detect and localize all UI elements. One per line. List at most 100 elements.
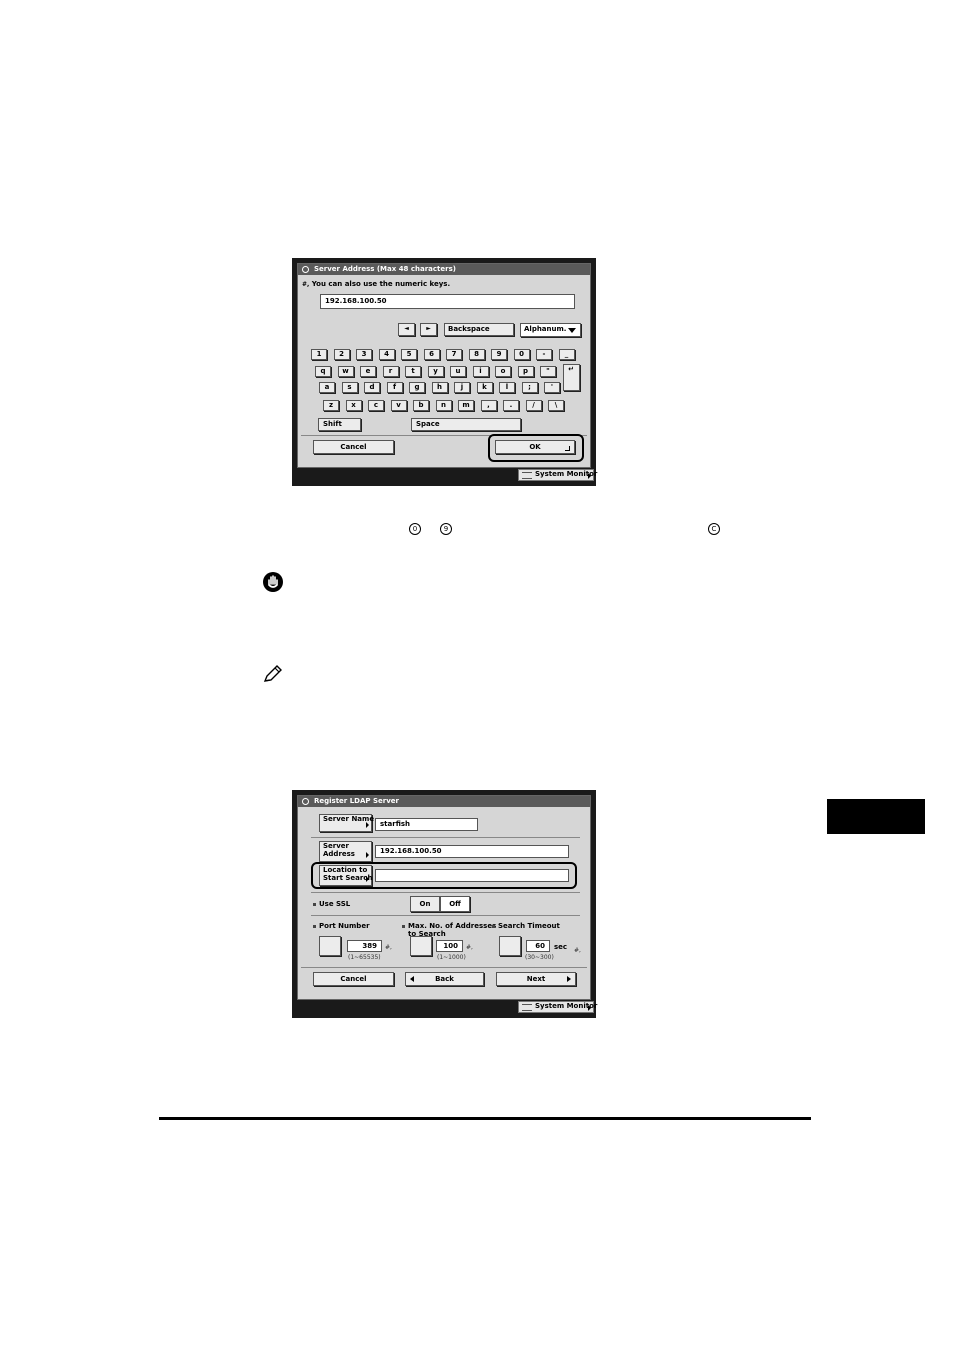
keyboard-key[interactable]: e bbox=[360, 366, 376, 377]
bullet-icon bbox=[492, 924, 495, 928]
port-number-button[interactable] bbox=[319, 936, 341, 956]
max-addresses-value: 100 bbox=[436, 940, 463, 952]
keyboard-key[interactable]: 2 bbox=[333, 349, 350, 360]
keyboard-key[interactable]: r bbox=[382, 366, 399, 377]
keyboard-key[interactable]: 5 bbox=[401, 349, 417, 360]
screen-title-bar: Register LDAP Server bbox=[298, 796, 590, 807]
system-monitor-icon bbox=[522, 1004, 532, 1011]
numeric-keys-icon: #, bbox=[466, 944, 473, 951]
search-timeout-range: (30~300) bbox=[525, 954, 554, 961]
port-number-value: 389 bbox=[347, 940, 382, 952]
keyboard-key[interactable]: f bbox=[386, 382, 403, 393]
keyboard-key[interactable]: u bbox=[450, 366, 466, 377]
keyboard-key[interactable]: l bbox=[499, 382, 515, 393]
system-monitor-button[interactable]: System Monitor bbox=[518, 1001, 597, 1013]
keyboard-key[interactable]: 1 bbox=[311, 349, 327, 360]
keyboard-key[interactable]: p bbox=[517, 366, 534, 377]
use-ssl-label: Use SSL bbox=[313, 900, 350, 908]
system-monitor-icon bbox=[522, 472, 532, 479]
keyboard-key[interactable]: 6 bbox=[423, 349, 440, 360]
keyboard-key[interactable]: " bbox=[540, 366, 556, 377]
keyboard-key[interactable]: k bbox=[476, 382, 493, 393]
keyboard-key[interactable]: . bbox=[503, 400, 519, 411]
keyboard-key[interactable]: 7 bbox=[446, 349, 462, 360]
keyboard-key[interactable]: j bbox=[454, 382, 470, 393]
keyboard-key[interactable]: g bbox=[409, 382, 425, 393]
server-name-button[interactable]: Server Name bbox=[319, 814, 374, 832]
next-button[interactable]: Next bbox=[496, 972, 576, 986]
server-address-value: 192.168.100.50 bbox=[375, 845, 569, 858]
keyboard-key[interactable]: ' bbox=[544, 382, 560, 393]
keyboard-key[interactable]: h bbox=[431, 382, 448, 393]
server-name-value: starfish bbox=[375, 818, 478, 831]
cancel-button[interactable]: Cancel bbox=[313, 972, 394, 986]
keyboard-key[interactable]: \ bbox=[548, 400, 564, 411]
search-timeout-value: 60 bbox=[526, 940, 550, 952]
row-divider bbox=[311, 837, 580, 838]
bullet-icon bbox=[402, 924, 405, 928]
keyboard-key[interactable]: b bbox=[413, 400, 429, 411]
keyboard-key[interactable]: 8 bbox=[468, 349, 485, 360]
chevron-right-icon bbox=[588, 1005, 591, 1011]
input-mode-value: Alphanum. bbox=[524, 325, 567, 333]
keyboard-key[interactable]: / bbox=[525, 400, 542, 411]
server-address-button[interactable]: Server Address bbox=[319, 841, 372, 862]
server-address-screen: Server Address (Max 48 characters) #, Yo… bbox=[292, 258, 597, 486]
ssl-off-button[interactable]: Off bbox=[440, 896, 470, 912]
keyboard-key[interactable]: i bbox=[472, 366, 489, 377]
keyboard-key[interactable]: - bbox=[536, 349, 552, 360]
keyboard-key[interactable]: 9 bbox=[491, 349, 507, 360]
keyboard-key[interactable]: 4 bbox=[378, 349, 395, 360]
next-label: Next bbox=[526, 975, 546, 983]
ssl-on-button[interactable]: On bbox=[410, 896, 440, 912]
keyboard-key[interactable]: o bbox=[495, 366, 511, 377]
keyboard-key[interactable]: y bbox=[427, 366, 444, 377]
keyboard-key[interactable]: n bbox=[435, 400, 452, 411]
bullet-icon bbox=[313, 924, 316, 928]
server-address-label-2: Address bbox=[323, 850, 355, 858]
space-label: Space bbox=[416, 420, 440, 428]
back-button[interactable]: Back bbox=[405, 972, 484, 986]
search-timeout-unit: sec bbox=[554, 943, 568, 951]
max-addresses-button[interactable] bbox=[410, 936, 432, 956]
keyboard-key[interactable]: m bbox=[458, 400, 474, 411]
cancel-button[interactable]: Cancel bbox=[313, 440, 394, 454]
space-button[interactable]: Space bbox=[411, 418, 521, 431]
chevron-right-icon bbox=[366, 852, 369, 858]
keyboard-key[interactable]: 0 bbox=[513, 349, 530, 360]
keyboard-key[interactable]: d bbox=[364, 382, 380, 393]
keyboard-key[interactable]: t bbox=[405, 366, 421, 377]
backspace-button[interactable]: Backspace bbox=[444, 323, 514, 336]
search-timeout-label: Search Timeout bbox=[492, 922, 560, 930]
server-address-panel: Server Address (Max 48 characters) #, Yo… bbox=[297, 263, 591, 468]
keyboard-key[interactable]: z bbox=[323, 400, 339, 411]
server-address-input[interactable]: 192.168.100.50 bbox=[320, 294, 575, 309]
clear-key-icon: C bbox=[708, 523, 720, 535]
keyboard-key[interactable]: x bbox=[345, 400, 362, 411]
keyboard-key[interactable]: v bbox=[390, 400, 407, 411]
keyboard-key[interactable]: ; bbox=[521, 382, 538, 393]
shift-button[interactable]: Shift bbox=[318, 418, 361, 431]
cursor-right-button[interactable]: ► bbox=[420, 323, 437, 336]
keyboard-key[interactable]: w bbox=[337, 366, 354, 377]
enter-key[interactable]: ↵ bbox=[562, 364, 580, 391]
system-monitor-button[interactable]: System Monitor bbox=[518, 469, 597, 481]
chevron-right-icon bbox=[588, 473, 591, 479]
screen-title: Register LDAP Server bbox=[314, 797, 399, 805]
keyboard-key[interactable]: a bbox=[319, 382, 335, 393]
numeric-keys-hint: #, You can also use the numeric keys. bbox=[302, 280, 451, 288]
keyboard-key[interactable]: s bbox=[341, 382, 358, 393]
server-address-label-1: Server bbox=[323, 842, 350, 850]
cursor-left-button[interactable]: ◄ bbox=[398, 323, 415, 336]
numeric-keys-icon: #, bbox=[302, 281, 310, 288]
register-ldap-screen: Register LDAP Server Server Name starfis… bbox=[292, 790, 597, 1018]
keyboard-key[interactable]: c bbox=[368, 400, 384, 411]
important-icon bbox=[263, 572, 283, 592]
keyboard-key[interactable]: _ bbox=[558, 349, 575, 360]
shift-label: Shift bbox=[323, 420, 342, 428]
keyboard-key[interactable]: 3 bbox=[356, 349, 372, 360]
keyboard-key[interactable]: , bbox=[480, 400, 497, 411]
input-mode-select[interactable]: Alphanum. bbox=[520, 323, 581, 337]
keyboard-key[interactable]: q bbox=[315, 366, 331, 377]
search-timeout-button[interactable] bbox=[499, 936, 521, 956]
